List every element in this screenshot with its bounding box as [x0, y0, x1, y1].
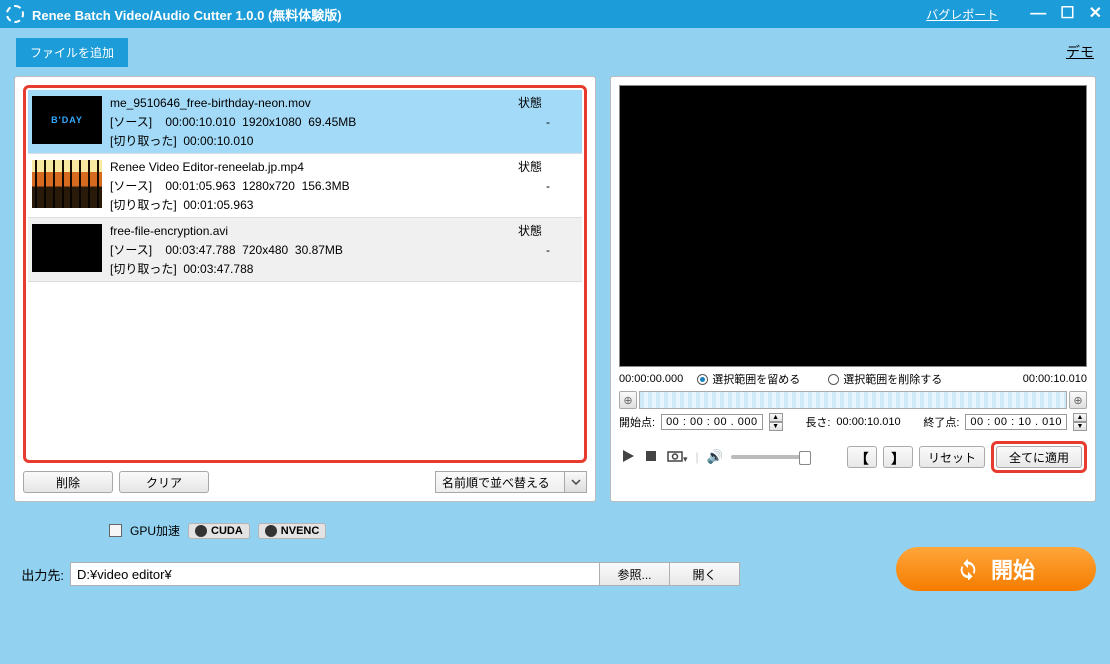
sort-value: 名前順で並べ替える — [435, 471, 565, 493]
source-time: 00:03:47.788 — [165, 241, 235, 260]
stop-button[interactable] — [643, 450, 659, 465]
add-file-button[interactable]: ファイルを追加 — [16, 38, 128, 67]
file-name: me_9510646_free-birthday-neon.mov — [110, 94, 518, 113]
start-label: 開始点: — [619, 414, 655, 430]
browse-button[interactable]: 参照... — [600, 562, 670, 586]
finish-time-input[interactable]: 00 : 00 : 10 . 010 — [965, 414, 1067, 430]
start-label: 開始 — [991, 553, 1035, 585]
source-time: 00:00:10.010 — [165, 113, 235, 132]
snapshot-button[interactable]: ▾ — [665, 450, 690, 465]
cut-label: [切り取った] — [110, 132, 177, 151]
sort-combo[interactable]: 名前順で並べ替える — [435, 471, 587, 493]
delete-button[interactable]: 削除 — [23, 471, 113, 493]
file-list-panel: B'DAY me_9510646_free-birthday-neon.mov … — [14, 76, 596, 502]
maximize-button[interactable]: ☐ — [1060, 6, 1074, 22]
file-item[interactable]: free-file-encryption.avi 状態 [ソース] 00:03:… — [28, 218, 582, 282]
state-header: 状態 — [518, 94, 578, 113]
cut-label: [切り取った] — [110, 260, 177, 279]
cut-time: 00:01:05.963 — [183, 196, 253, 215]
minimize-button[interactable]: — — [1030, 6, 1046, 22]
radio-icon — [828, 374, 839, 385]
source-label: [ソース] — [110, 113, 152, 132]
delete-range-label: 選択範囲を削除する — [843, 371, 942, 387]
clear-button[interactable]: クリア — [119, 471, 209, 493]
refresh-icon — [957, 558, 979, 580]
cut-time: 00:00:10.010 — [183, 132, 253, 151]
radio-icon — [697, 374, 708, 385]
file-thumbnail — [32, 160, 102, 208]
source-label: [ソース] — [110, 177, 152, 196]
start-button[interactable]: 開始 — [896, 547, 1096, 591]
keep-range-label: 選択範囲を留める — [712, 371, 800, 387]
close-button[interactable]: ✕ — [1089, 6, 1102, 22]
scrub-bar[interactable] — [639, 391, 1067, 409]
file-size: 30.87MB — [295, 241, 343, 260]
toolbar: ファイルを追加 デモ — [0, 28, 1110, 76]
scrub-start-button[interactable]: ⊕ — [619, 391, 637, 409]
mark-out-button[interactable]: 】 — [883, 446, 913, 468]
app-icon — [6, 5, 24, 23]
titlebar: Renee Batch Video/Audio Cutter 1.0.0 (無料… — [0, 0, 1110, 28]
keep-range-radio[interactable]: 選択範囲を留める — [697, 371, 800, 387]
cut-label: [切り取った] — [110, 196, 177, 215]
end-time: 00:00:10.010 — [1023, 373, 1087, 385]
video-preview[interactable] — [619, 85, 1087, 367]
delete-range-radio[interactable]: 選択範囲を削除する — [828, 371, 942, 387]
file-thumbnail: B'DAY — [32, 96, 102, 144]
state-value: - — [518, 241, 578, 260]
scrub-end-button[interactable]: ⊕ — [1069, 391, 1087, 409]
gpu-checkbox[interactable] — [109, 524, 122, 537]
finish-spinner[interactable]: ▲▼ — [1073, 413, 1087, 431]
output-label: 出力先: — [14, 565, 70, 584]
preview-panel: 00:00:00.000 選択範囲を留める 選択範囲を削除する 00:00:10… — [610, 76, 1096, 502]
file-size: 69.45MB — [308, 113, 356, 132]
sort-dropdown-button[interactable] — [565, 471, 587, 493]
file-resolution: 1280x720 — [242, 177, 295, 196]
finish-label: 終了点: — [923, 414, 959, 430]
apply-all-button[interactable]: 全てに適用 — [996, 446, 1082, 468]
file-item[interactable]: B'DAY me_9510646_free-birthday-neon.mov … — [28, 90, 582, 154]
length-value: 00:00:10.010 — [836, 416, 900, 428]
reset-button[interactable]: リセット — [919, 446, 985, 468]
output-path-input[interactable] — [70, 562, 600, 586]
file-resolution: 1920x1080 — [242, 113, 301, 132]
file-thumbnail — [32, 224, 102, 272]
nvenc-badge: NVENC — [258, 523, 327, 539]
source-time: 00:01:05.963 — [165, 177, 235, 196]
app-title: Renee Batch Video/Audio Cutter 1.0.0 (無料… — [32, 5, 342, 24]
open-button[interactable]: 開く — [670, 562, 740, 586]
demo-link[interactable]: デモ — [1066, 42, 1094, 62]
volume-slider[interactable] — [731, 455, 811, 459]
start-spinner[interactable]: ▲▼ — [769, 413, 783, 431]
bugreport-link[interactable]: バグレポート — [926, 6, 998, 23]
file-list: B'DAY me_9510646_free-birthday-neon.mov … — [23, 85, 587, 463]
length-label: 長さ: — [805, 414, 830, 430]
state-value: - — [518, 177, 578, 196]
volume-icon[interactable]: 🔊 — [705, 449, 726, 465]
start-time-input[interactable]: 00 : 00 : 00 . 000 — [661, 414, 763, 430]
file-name: Renee Video Editor-reneelab.jp.mp4 — [110, 158, 518, 177]
mark-in-button[interactable]: 【 — [847, 446, 877, 468]
file-name: free-file-encryption.avi — [110, 222, 518, 241]
state-header: 状態 — [518, 158, 578, 177]
cut-time: 00:03:47.788 — [183, 260, 253, 279]
file-size: 156.3MB — [302, 177, 350, 196]
gpu-label: GPU加速 — [130, 522, 180, 539]
source-label: [ソース] — [110, 241, 152, 260]
cuda-badge: CUDA — [188, 523, 250, 539]
file-item[interactable]: Renee Video Editor-reneelab.jp.mp4 状態 [ソ… — [28, 154, 582, 218]
state-value: - — [518, 113, 578, 132]
state-header: 状態 — [518, 222, 578, 241]
play-button[interactable] — [619, 449, 637, 466]
file-resolution: 720x480 — [242, 241, 288, 260]
position-time: 00:00:00.000 — [619, 373, 683, 385]
